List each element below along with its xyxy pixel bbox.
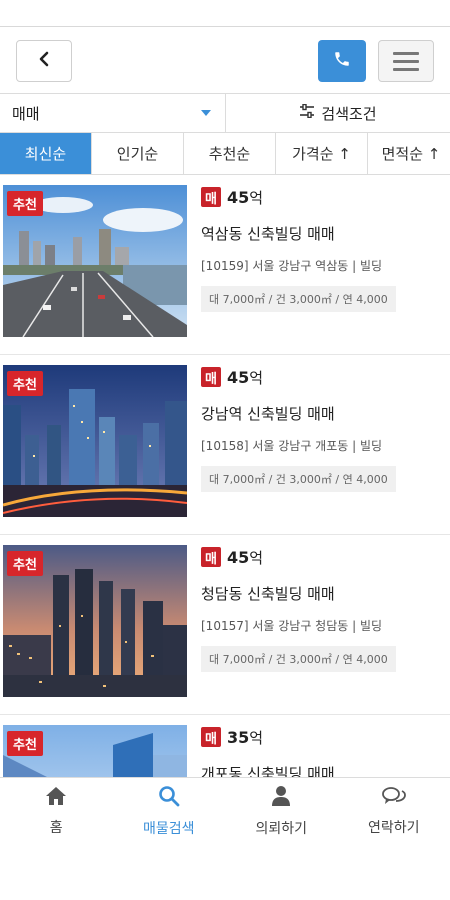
hamburger-menu-icon bbox=[393, 51, 419, 55]
listing-info: 매 35억 개포동 신축빌딩 매매 bbox=[201, 725, 441, 777]
home-icon bbox=[45, 786, 67, 810]
phone-icon bbox=[333, 50, 351, 72]
listing-photo: 추천 bbox=[3, 185, 187, 337]
deal-type-select[interactable]: 매매 bbox=[0, 94, 226, 132]
nav-contact[interactable]: 연락하기 bbox=[338, 778, 450, 845]
chat-icon bbox=[381, 786, 406, 810]
listing-list: 추천 매 45억 역삼동 신축빌딩 매매 [10159] 서울 강남구 역삼동 … bbox=[0, 175, 450, 777]
deal-tag: 매 bbox=[201, 727, 221, 747]
listing-photo: 추천 bbox=[3, 365, 187, 517]
listing-info: 매 45억 청담동 신축빌딩 매매 [10157] 서울 강남구 청담동 | 빌… bbox=[201, 545, 441, 672]
listing-photo: 추천 bbox=[3, 545, 187, 697]
listing-item[interactable]: 추천 매 45억 역삼동 신축빌딩 매매 [10159] 서울 강남구 역삼동 … bbox=[0, 175, 450, 355]
sliders-icon bbox=[299, 103, 315, 122]
nav-search-label: 매물검색 bbox=[142, 821, 195, 837]
user-icon bbox=[271, 785, 291, 811]
deal-type-value: 매매 bbox=[12, 104, 40, 123]
price-line: 매 45억 bbox=[201, 545, 441, 569]
listing-title[interactable]: 청담동 신축빌딩 매매 bbox=[201, 583, 441, 604]
sort-tabs: 최신순 인기순 추천순 가격순 ↑ 면적순 ↑ bbox=[0, 133, 450, 175]
recommended-badge: 추천 bbox=[7, 371, 43, 396]
listing-title[interactable]: 개포동 신축빌딩 매매 bbox=[201, 763, 441, 777]
chevron-left-icon bbox=[37, 51, 51, 71]
sort-tab-popular[interactable]: 인기순 bbox=[92, 133, 184, 174]
deal-tag: 매 bbox=[201, 547, 221, 567]
nav-contact-label: 연락하기 bbox=[367, 820, 420, 836]
nav-home[interactable]: 홈 bbox=[0, 778, 113, 845]
nav-home-label: 홈 bbox=[49, 820, 63, 836]
listing-spec: 대 7,000㎡ / 건 3,000㎡ / 연 4,000 bbox=[201, 466, 396, 492]
listing-item[interactable]: 추천 매 45억 청담동 신축빌딩 매매 [10157] 서울 강남구 청담동 … bbox=[0, 535, 450, 715]
listing-info: 매 45억 역삼동 신축빌딩 매매 [10159] 서울 강남구 역삼동 | 빌… bbox=[201, 185, 441, 312]
listing-photo: 추천 bbox=[3, 725, 187, 777]
listing-price: 45억 bbox=[227, 187, 264, 207]
listing-spec: 대 7,000㎡ / 건 3,000㎡ / 연 4,000 bbox=[201, 646, 396, 672]
recommended-badge: 추천 bbox=[7, 551, 43, 576]
recommended-badge: 추천 bbox=[7, 191, 43, 216]
sort-tab-latest[interactable]: 최신순 bbox=[0, 133, 92, 174]
price-line: 매 45억 bbox=[201, 185, 441, 209]
sort-tab-area[interactable]: 면적순 ↑ bbox=[368, 133, 450, 174]
price-line: 매 35억 bbox=[201, 725, 441, 749]
call-button[interactable] bbox=[318, 40, 366, 82]
back-button[interactable] bbox=[16, 40, 72, 82]
listing-item[interactable]: 추천 매 35억 개포동 신축빌딩 매매 bbox=[0, 715, 450, 777]
listing-spec: 대 7,000㎡ / 건 3,000㎡ / 연 4,000 bbox=[201, 286, 396, 312]
listing-price: 45억 bbox=[227, 367, 264, 387]
search-condition-label: 검색조건 bbox=[321, 104, 377, 123]
listing-title[interactable]: 강남역 신축빌딩 매매 bbox=[201, 403, 441, 424]
listing-address: [10158] 서울 강남구 개포동 | 빌딩 bbox=[201, 439, 383, 453]
listing-info: 매 45억 강남역 신축빌딩 매매 [10158] 서울 강남구 개포동 | 빌… bbox=[201, 365, 441, 492]
sort-tab-price[interactable]: 가격순 ↑ bbox=[276, 133, 368, 174]
listing-item[interactable]: 추천 매 45억 강남역 신축빌딩 매매 [10158] 서울 강남구 개포동 … bbox=[0, 355, 450, 535]
listing-address: [10159] 서울 강남구 역삼동 | 빌딩 bbox=[201, 259, 383, 273]
menu-button[interactable] bbox=[378, 40, 434, 82]
nav-request[interactable]: 의뢰하기 bbox=[225, 778, 338, 845]
filter-bar: 매매 검색조건 bbox=[0, 93, 450, 133]
listing-price: 35억 bbox=[227, 727, 264, 747]
app-header bbox=[0, 27, 450, 93]
nav-request-label: 의뢰하기 bbox=[255, 821, 308, 837]
listing-title[interactable]: 역삼동 신축빌딩 매매 bbox=[201, 223, 441, 244]
deal-tag: 매 bbox=[201, 187, 221, 207]
bottom-nav: 홈 매물검색 의뢰하기 연락하기 bbox=[0, 777, 450, 845]
search-icon bbox=[158, 785, 180, 811]
recommended-badge: 추천 bbox=[7, 731, 43, 756]
nav-search[interactable]: 매물검색 bbox=[113, 778, 226, 845]
listing-price: 45억 bbox=[227, 547, 264, 567]
sort-tab-recommended[interactable]: 추천순 bbox=[184, 133, 276, 174]
caret-down-icon bbox=[201, 110, 211, 116]
price-line: 매 45억 bbox=[201, 365, 441, 389]
search-condition-button[interactable]: 검색조건 bbox=[226, 94, 450, 132]
listing-address: [10157] 서울 강남구 청담동 | 빌딩 bbox=[201, 619, 383, 633]
deal-tag: 매 bbox=[201, 367, 221, 387]
